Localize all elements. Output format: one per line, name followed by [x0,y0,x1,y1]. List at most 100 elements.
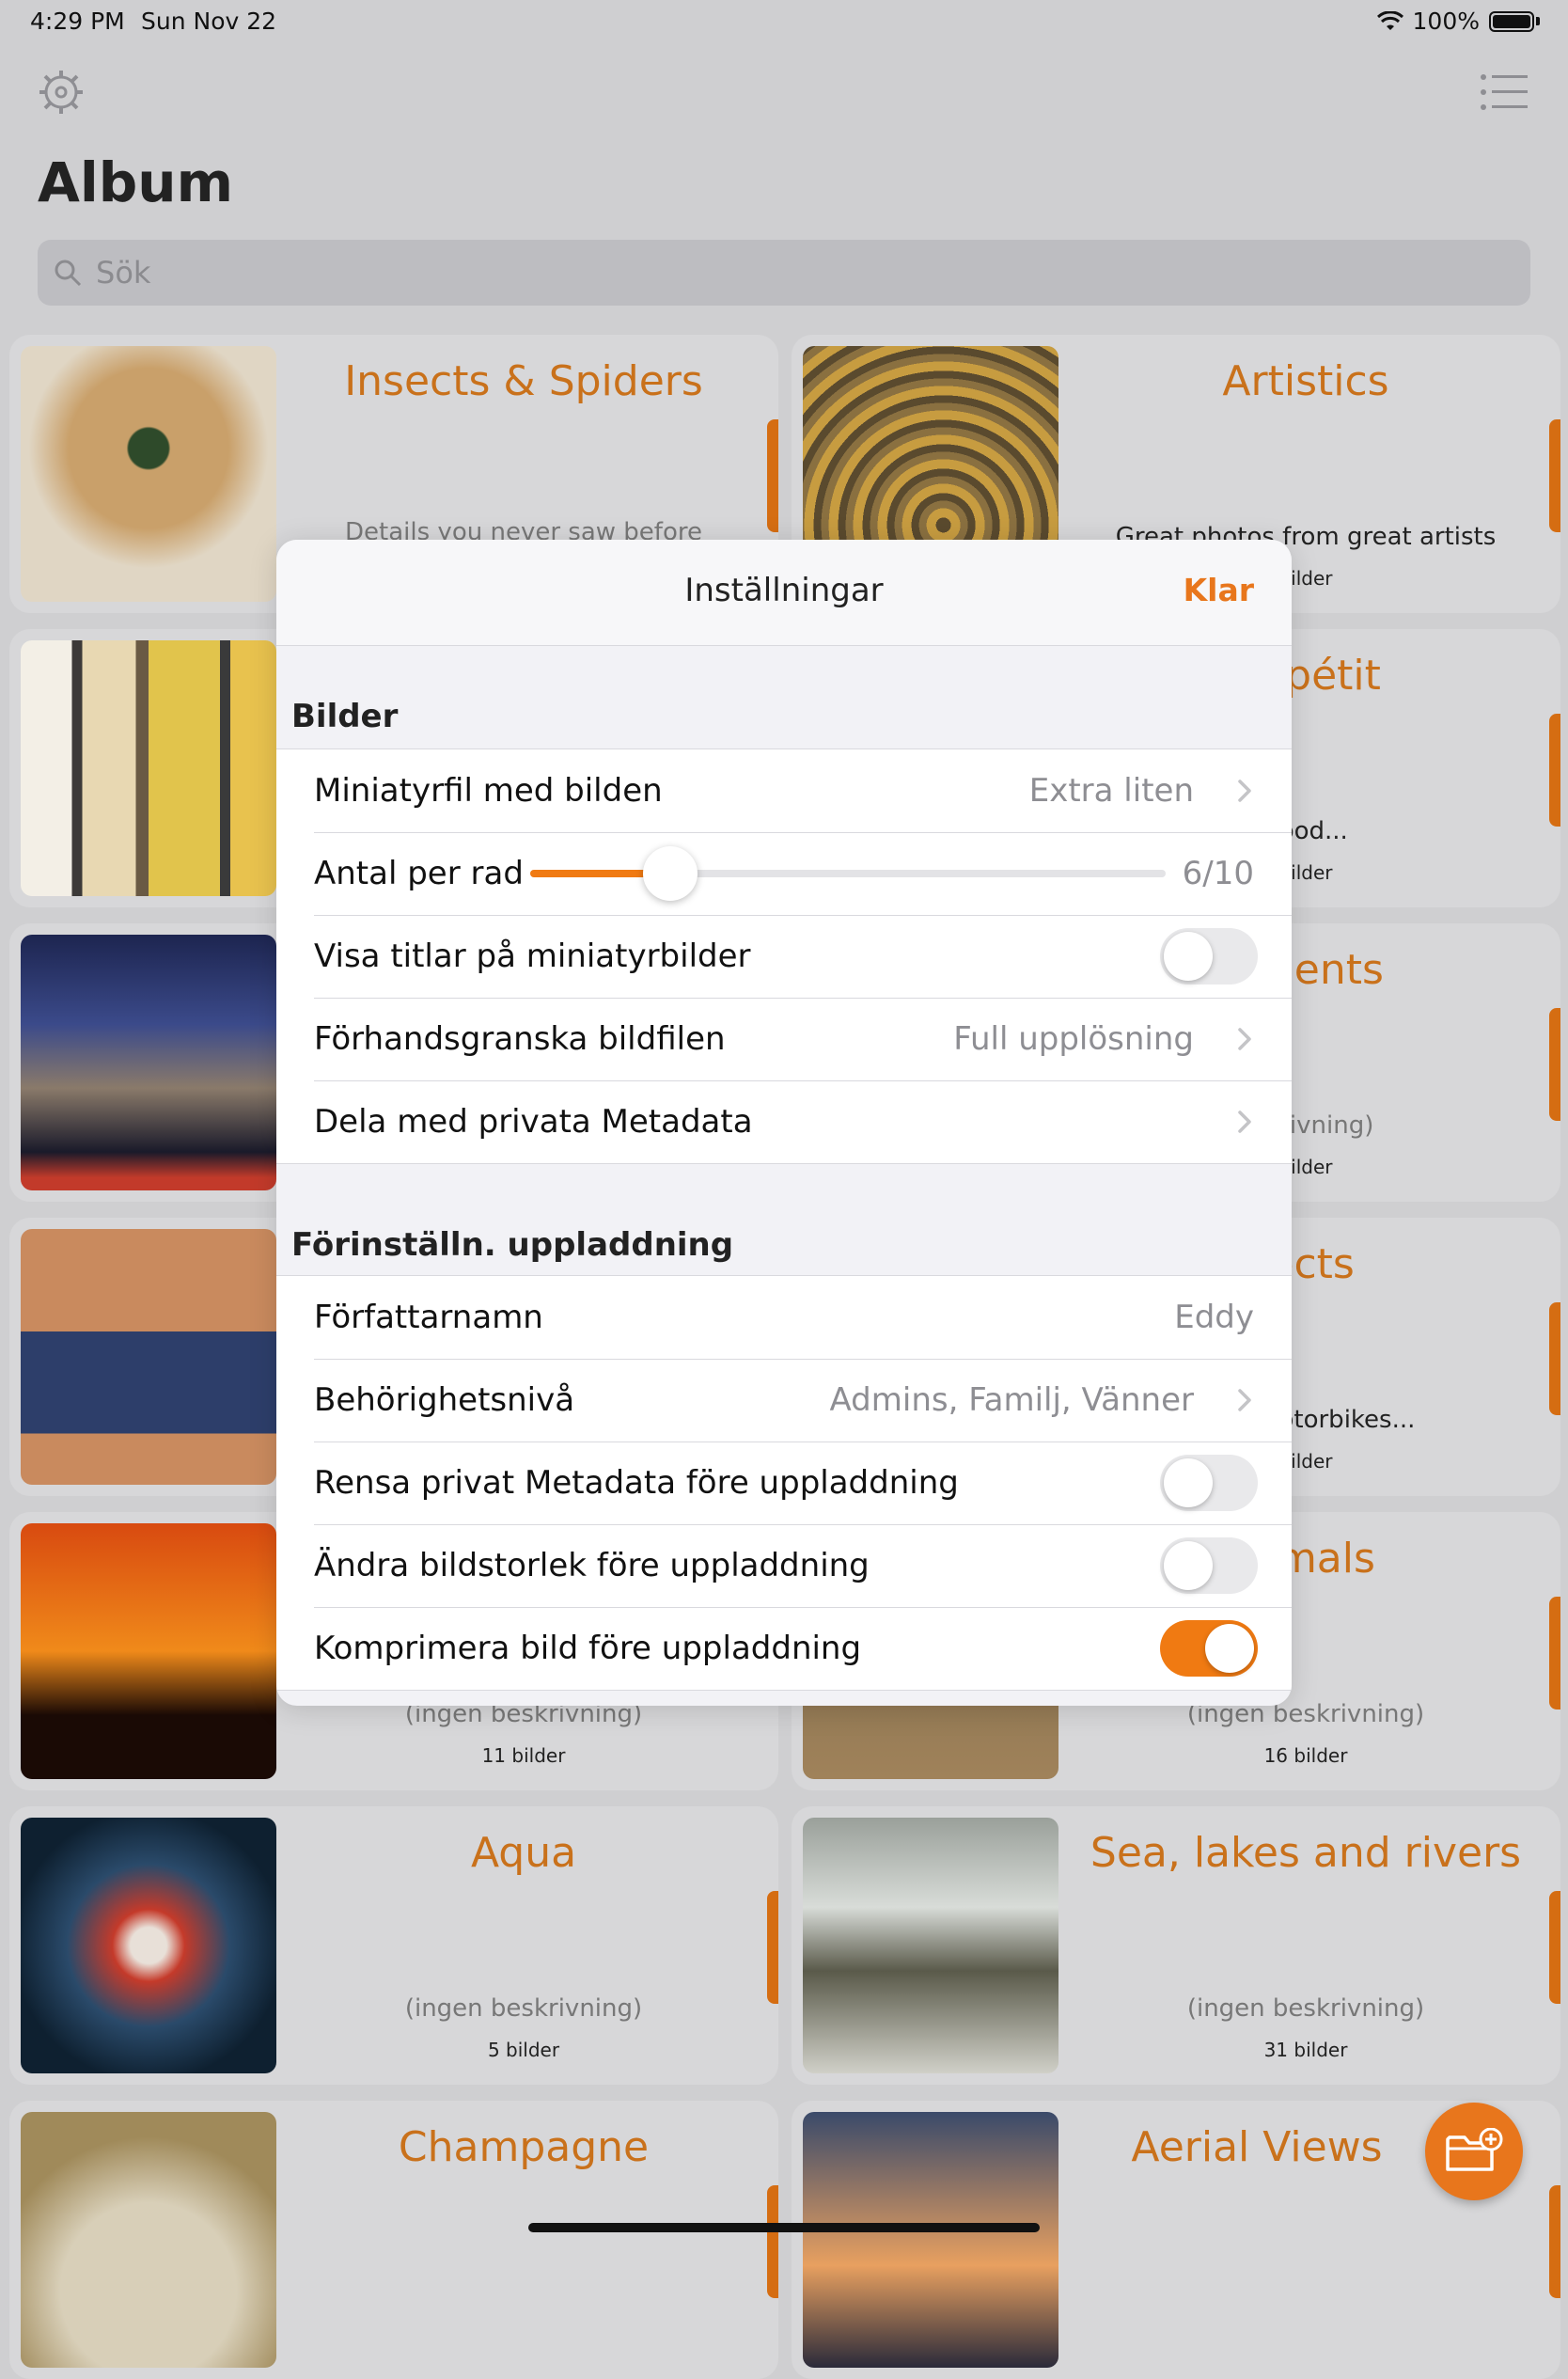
author-row[interactable]: Författarnamn Eddy [276,1276,1292,1359]
settings-button[interactable] [33,64,89,120]
album-tab [767,1891,778,2004]
status-right: 100% [1376,8,1540,35]
album-thumbnail [21,1229,276,1485]
gear-icon [39,71,83,114]
row-label: Ändra bildstorlek före uppladdning [314,1547,870,1584]
section-header-images: Bilder [291,698,399,735]
list-icon [1481,74,1528,110]
album-title: Artistics [1222,357,1389,405]
album-thumbnail [21,1818,276,2073]
album-count: 16 bilder [1263,1744,1348,1767]
battery-icon [1489,10,1534,32]
album-title: Aerial Views [1131,2123,1383,2171]
album-title: Insects & Spiders [344,357,703,405]
home-indicator [528,2223,1040,2232]
preview-row[interactable]: Förhandsgranska bildfilen Full upplösnin… [276,998,1292,1080]
row-label: Rensa privat Metadata före uppladdning [314,1464,959,1502]
album-thumbnail [21,935,276,1190]
wifi-icon [1376,10,1403,30]
settings-modal: Inställningar Klar Bilder Miniatyrfil me… [276,540,1292,1706]
status-time: 4:29 PM [30,8,125,35]
row-label: Miniatyrfil med bilden [314,772,663,810]
compress-row: Komprimera bild före uppladdning [276,1607,1292,1690]
album-tab [1549,2185,1560,2298]
page-title: Album [38,150,234,214]
row-label: Visa titlar på miniatyrbilder [314,937,751,975]
row-label: Dela med privata Metadata [314,1103,753,1141]
row-label: Författarnamn [314,1299,543,1336]
album-tab [1549,1302,1560,1415]
row-label: Förhandsgranska bildfilen [314,1020,726,1058]
chevron-right-icon [1238,1389,1251,1411]
album-description: (ingen beskrivning) [404,1994,643,2023]
album-thumbnail [803,2112,1058,2368]
section-header-upload: Förinställn. uppladdning [291,1226,734,1264]
compress-toggle[interactable] [1160,1620,1258,1677]
album-card[interactable]: Aqua (ingen beskrivning) 5 bilder [9,1806,778,2085]
row-value: Full upplösning [953,1020,1194,1058]
modal-title: Inställningar [684,572,884,609]
chevron-right-icon [1238,780,1251,802]
battery-percent: 100% [1412,8,1480,35]
toggle-knob [1164,1541,1213,1590]
album-thumbnail [21,346,276,602]
album-count: 5 bilder [487,2039,560,2061]
strip-metadata-toggle[interactable] [1160,1455,1258,1511]
album-title: Champagne [398,2123,650,2171]
album-tab [1549,1008,1560,1121]
album-tab [1549,419,1560,532]
toggle-knob [1164,932,1213,981]
album-tab [767,2185,778,2298]
toggle-knob [1205,1624,1254,1673]
add-album-button[interactable] [1425,2103,1523,2200]
images-settings-group: Miniatyrfil med bilden Extra liten Antal… [276,748,1292,1164]
row-label: Behörighetsnivå [314,1381,575,1419]
battery-tip [1536,17,1540,25]
modal-header: Inställningar Klar [276,540,1292,646]
album-tab [1549,714,1560,827]
album-thumbnail [21,1523,276,1779]
album-title: Sea, lakes and rivers [1090,1829,1522,1877]
privacy-row[interactable]: Behörighetsnivå Admins, Familj, Vänner [276,1359,1292,1442]
chevron-right-icon [1238,1111,1251,1133]
row-label: Antal per rad [314,855,524,892]
show-titles-toggle[interactable] [1160,928,1258,985]
toggle-knob [1164,1458,1213,1507]
show-titles-row: Visa titlar på miniatyrbilder [276,915,1292,998]
row-value: Admins, Familj, Vänner [829,1381,1194,1419]
album-tab [1549,1891,1560,2004]
row-value: Eddy [1174,1299,1254,1336]
album-tab [767,419,778,532]
slider-thumb[interactable] [642,846,698,901]
row-value: Extra liten [1028,772,1194,810]
folder-add-icon [1446,2128,1503,2171]
status-bar: 4:29 PM Sun Nov 22 100% [0,0,1568,45]
album-thumbnail [21,640,276,896]
resize-toggle[interactable] [1160,1537,1258,1594]
strip-metadata-row: Rensa privat Metadata före uppladdning [276,1442,1292,1524]
album-count: 31 bilder [1263,2039,1348,2061]
upload-settings-group: Författarnamn Eddy Behörighetsnivå Admin… [276,1275,1292,1691]
search-icon [55,260,82,287]
search-placeholder: Sök [96,255,151,291]
list-view-button[interactable] [1476,64,1532,120]
resize-row: Ändra bildstorlek före uppladdning [276,1524,1292,1607]
share-metadata-row[interactable]: Dela med privata Metadata [276,1080,1292,1163]
album-description: (ingen beskrivning) [1186,1994,1425,2023]
row-value: 6/10 [1182,855,1254,892]
status-date: Sun Nov 22 [141,8,277,35]
done-button[interactable]: Klar [1184,572,1254,608]
album-card[interactable]: Champagne [9,2101,778,2379]
per-row-slider[interactable] [530,846,1166,901]
album-thumbnail [21,2112,276,2368]
album-tab [1549,1597,1560,1709]
album-card[interactable]: Sea, lakes and rivers (ingen beskrivning… [792,1806,1560,2085]
album-count: 11 bilder [481,1744,566,1767]
search-input[interactable]: Sök [38,240,1530,306]
chevron-right-icon [1238,1028,1251,1050]
album-thumbnail [803,1818,1058,2073]
per-row-row: Antal per rad 6/10 [276,832,1292,915]
album-title: Aqua [470,1829,577,1877]
row-label: Komprimera bild före uppladdning [314,1630,862,1667]
thumbnail-size-row[interactable]: Miniatyrfil med bilden Extra liten [276,749,1292,832]
